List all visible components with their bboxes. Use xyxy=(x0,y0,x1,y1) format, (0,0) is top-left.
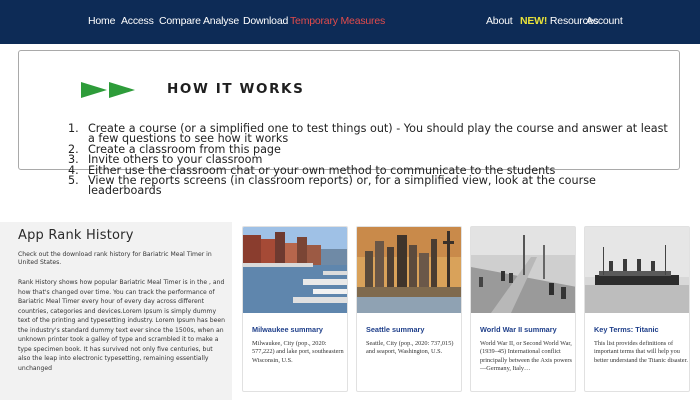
card-milwaukee[interactable]: Milwaukee summary Milwaukee, City (pop.,… xyxy=(242,226,348,392)
nav-temporary-measures-link[interactable]: Temporary Measures xyxy=(290,15,385,27)
card-world-war-ii[interactable]: World War II summary World War II, or Se… xyxy=(470,226,576,392)
nav-about-link[interactable]: About xyxy=(486,15,513,27)
top-nav: Home Access Compare Analyse Download Tem… xyxy=(0,0,700,44)
card-description: This list provides definitions of import… xyxy=(594,340,688,364)
new-badge: NEW! xyxy=(520,15,548,27)
nav-download-link[interactable]: Download xyxy=(243,15,288,27)
rank-history-body: Rank History shows how popular Bariatric… xyxy=(18,279,225,372)
card-title[interactable]: Key Terms: Titanic xyxy=(594,325,659,334)
nav-account-link[interactable]: Account xyxy=(586,15,623,27)
how-it-works-steps: 1. Create a course (or a simplified one t… xyxy=(68,122,668,198)
rank-history-intro: Check out the download rank history for … xyxy=(18,251,212,267)
nav-analyse-link[interactable]: Analyse xyxy=(203,15,239,27)
card-seattle[interactable]: Seattle summary Seattle, City (pop., 202… xyxy=(356,226,462,392)
card-titanic[interactable]: Key Terms: Titanic This list provides de… xyxy=(584,226,690,392)
step-item: 1. Create a course (or a simplified one t… xyxy=(68,122,668,146)
card-title[interactable]: Milwaukee summary xyxy=(252,325,323,334)
ship-photo xyxy=(585,227,689,313)
card-description: World War II, or Second World War, (1939… xyxy=(480,340,572,373)
war-soldiers-photo xyxy=(471,227,575,313)
nav-home-link[interactable]: Home xyxy=(88,15,115,27)
card-title[interactable]: World War II summary xyxy=(480,325,557,334)
double-arrow-icon xyxy=(81,82,135,98)
city-skyline-photo xyxy=(357,227,461,313)
card-description: Seattle, City (pop., 2020: 737,015) and … xyxy=(366,340,454,356)
nav-compare-link[interactable]: Compare xyxy=(159,15,201,27)
step-item: 5. View the reports screens (in classroom… xyxy=(68,174,596,198)
nav-access-link[interactable]: Access xyxy=(121,15,154,27)
how-it-works-title: HOW IT WORKS xyxy=(167,81,305,97)
rank-history-section: App Rank History Check out the download … xyxy=(0,222,232,400)
card-description: Milwaukee, City (pop., 2020: 577,222) an… xyxy=(252,340,344,364)
card-title[interactable]: Seattle summary xyxy=(366,325,424,334)
rank-history-title: App Rank History xyxy=(18,228,134,243)
harbor-city-photo xyxy=(243,227,347,313)
